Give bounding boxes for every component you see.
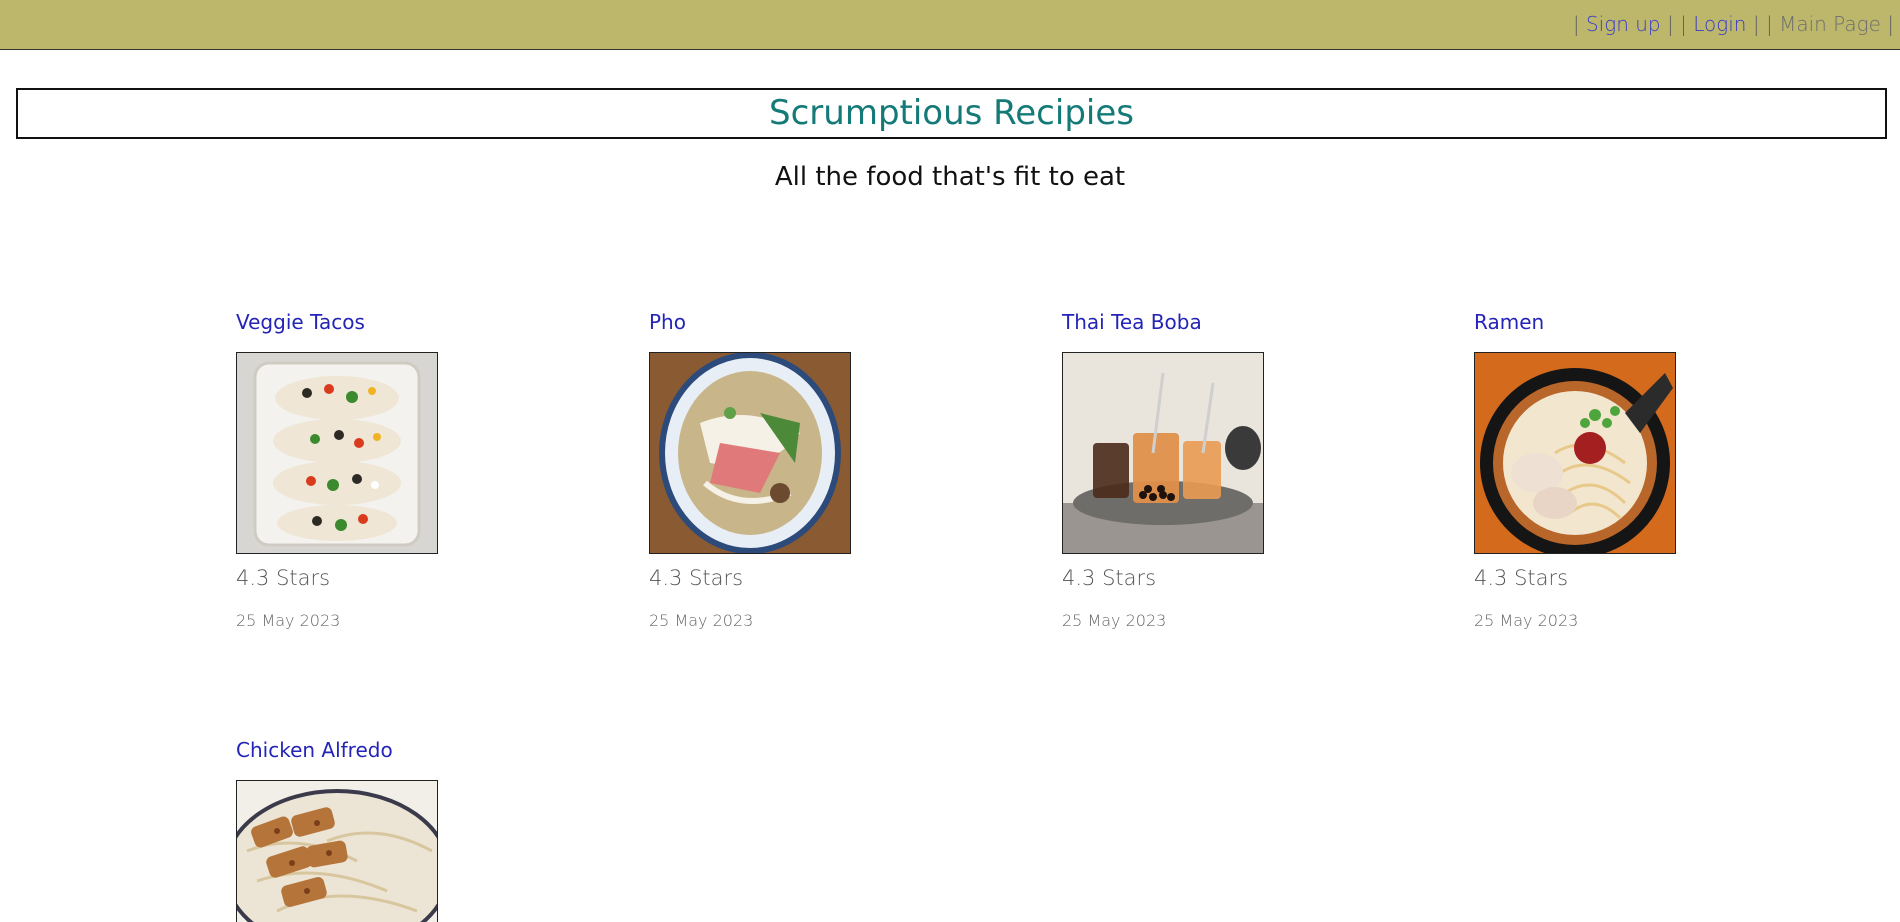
- recipe-card: Thai Tea Boba 4.3 Stars 25 May 2023: [1062, 310, 1362, 630]
- recipe-rating: 4.3 Stars: [649, 566, 744, 590]
- recipe-card: Ramen 4.3 Stars 25 May 2023: [1474, 310, 1774, 630]
- nav-separator: |: [1572, 12, 1580, 36]
- recipe-date: 25 May 2023: [1062, 611, 1167, 630]
- recipe-card: Pho 4.3 Stars 25 May 2023: [649, 310, 949, 630]
- recipe-rating: 4.3 Stars: [236, 566, 331, 590]
- recipe-title-link[interactable]: Veggie Tacos: [236, 310, 536, 334]
- main-page-link[interactable]: Main Page: [1779, 12, 1881, 36]
- site-title: Scrumptious Recipies: [769, 93, 1134, 133]
- signup-link[interactable]: Sign up: [1586, 12, 1661, 36]
- recipe-title-link[interactable]: Chicken Alfredo: [236, 738, 536, 762]
- nav-separator: |: [1887, 12, 1894, 36]
- pho-photo[interactable]: [649, 352, 851, 554]
- nav-separator: |: [1752, 12, 1760, 36]
- recipe-title-link[interactable]: Pho: [649, 310, 949, 334]
- ramen-photo[interactable]: [1474, 352, 1676, 554]
- site-title-box: Scrumptious Recipies: [16, 88, 1887, 139]
- nav-separator: |: [1680, 12, 1687, 36]
- nav-separator: |: [1765, 12, 1773, 36]
- site-tagline: All the food that's fit to eat: [774, 162, 1126, 192]
- login-link[interactable]: Login: [1693, 12, 1746, 36]
- recipe-card: Chicken Alfredo: [236, 738, 536, 922]
- recipe-rating: 4.3 Stars: [1474, 566, 1569, 590]
- recipe-rating: 4.3 Stars: [1062, 566, 1157, 590]
- recipe-date: 25 May 2023: [1474, 611, 1579, 630]
- top-nav: | Sign up | | Login | | Main Page |: [1573, 12, 1894, 36]
- thai-tea-boba-photo[interactable]: [1062, 352, 1264, 554]
- recipe-card: Veggie Tacos 4.3 Stars 25 May 2023: [236, 310, 536, 630]
- chicken-alfredo-photo[interactable]: [236, 780, 438, 922]
- veggie-tacos-photo[interactable]: [236, 352, 438, 554]
- top-bar: | Sign up | | Login | | Main Page |: [0, 0, 1900, 50]
- nav-separator: |: [1667, 12, 1674, 36]
- recipe-date: 25 May 2023: [649, 611, 754, 630]
- recipe-title-link[interactable]: Thai Tea Boba: [1062, 310, 1362, 334]
- recipe-title-link[interactable]: Ramen: [1474, 310, 1774, 334]
- recipe-date: 25 May 2023: [236, 611, 341, 630]
